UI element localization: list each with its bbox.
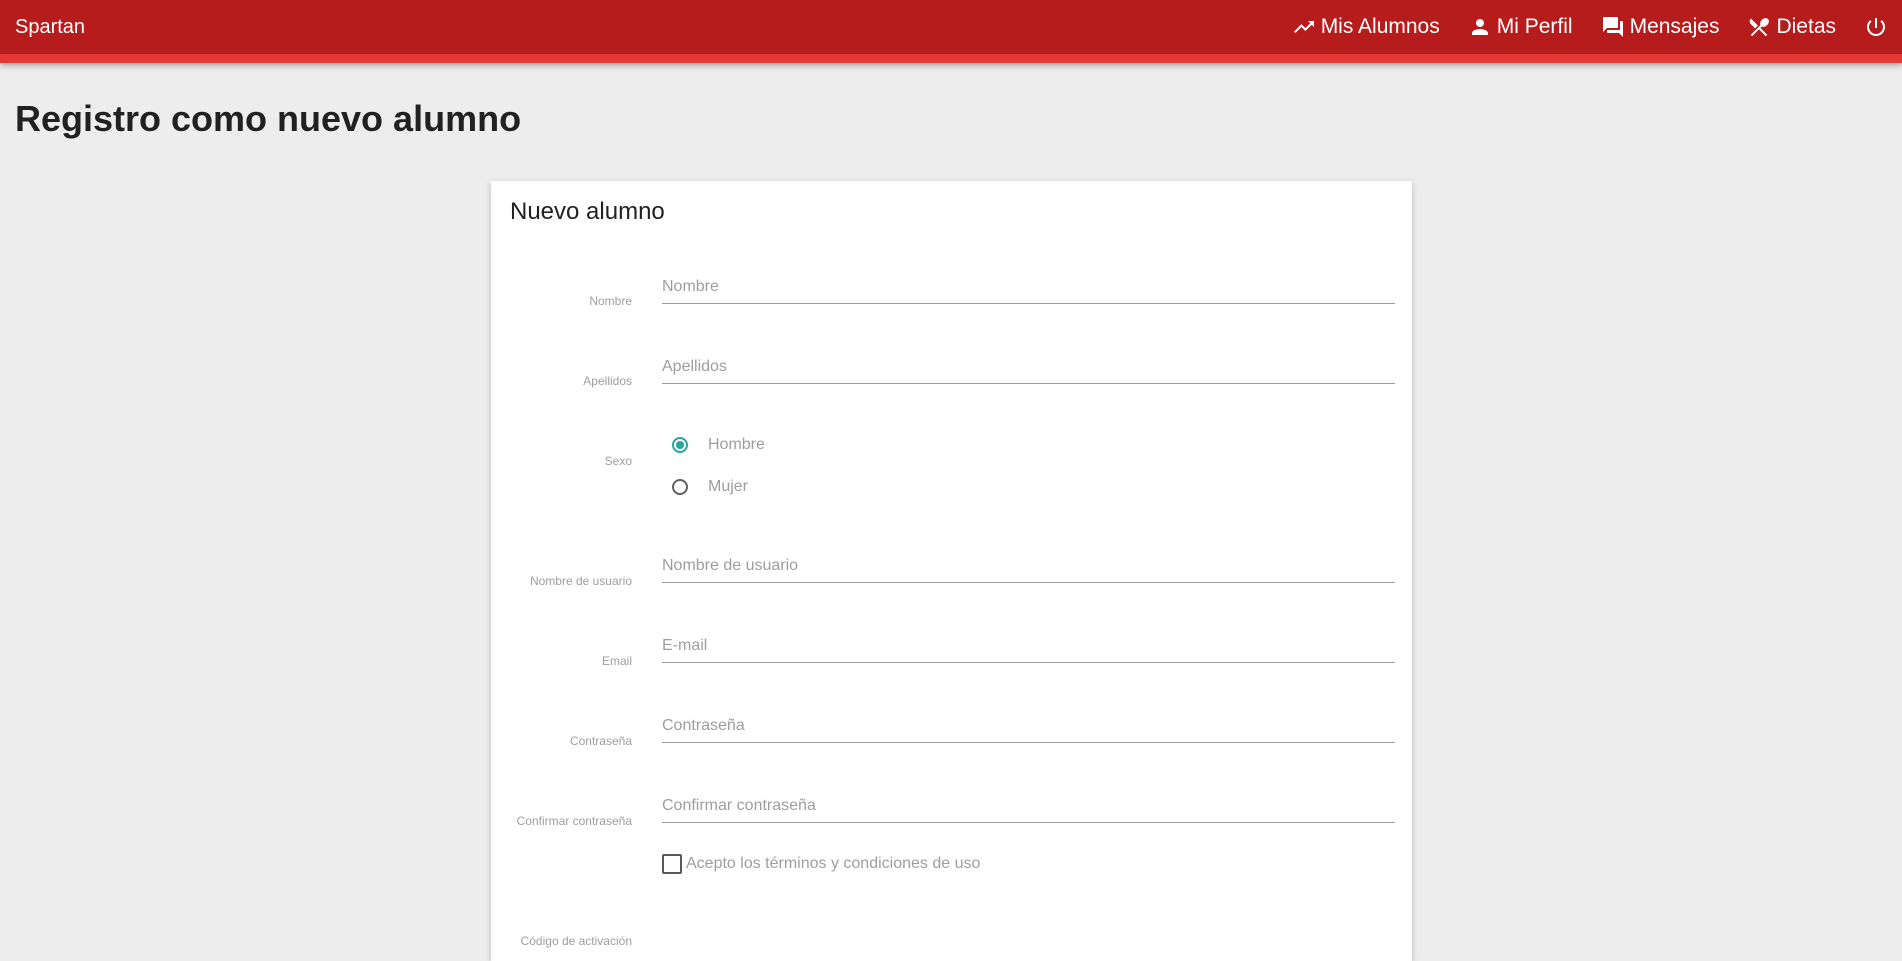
- trending-up-icon: [1293, 21, 1314, 33]
- card-title: Nuevo alumno: [510, 198, 665, 225]
- nav-menu: Mis Alumnos Mi Perfil Mensajes Dietas: [1278, 0, 1902, 54]
- radio-label-hombre: Hombre: [708, 436, 765, 453]
- nav-item-label: Dietas: [1776, 15, 1836, 38]
- person-icon: [1471, 19, 1488, 35]
- password-confirm-label: Confirmar contraseña: [516, 814, 632, 828]
- radio-mujer[interactable]: Mujer: [672, 478, 748, 496]
- usuario-label: Nombre de usuario: [529, 574, 632, 588]
- radio-circle-checked: [672, 437, 688, 453]
- logout-button[interactable]: [1850, 15, 1902, 39]
- brand-logo[interactable]: Spartan: [15, 16, 85, 39]
- page-title: Registro como nuevo alumno: [15, 98, 522, 139]
- nav-item-mi-perfil[interactable]: Mi Perfil: [1454, 15, 1587, 39]
- password-input[interactable]: [662, 709, 1395, 743]
- restaurant-icon: [1750, 18, 1770, 37]
- nombre-input[interactable]: [662, 270, 1395, 304]
- password-confirm-input[interactable]: [662, 789, 1395, 823]
- apellidos-input[interactable]: [662, 350, 1395, 384]
- terms-checkbox[interactable]: Acepto los términos y condiciones de uso: [662, 854, 980, 874]
- radio-label-mujer: Mujer: [708, 478, 749, 495]
- nav-item-dietas[interactable]: Dietas: [1733, 15, 1850, 39]
- radio-hombre[interactable]: Hombre: [672, 436, 765, 454]
- registration-card: Nuevo alumno Nombre Apellidos Sexo Hombr…: [491, 181, 1412, 961]
- top-navbar: Spartan Mis Alumnos Mi Perfil Mensajes D…: [0, 0, 1902, 63]
- email-label: Email: [601, 654, 632, 668]
- checkbox-box: [662, 854, 682, 874]
- apellidos-label: Apellidos: [583, 374, 632, 388]
- nav-item-label: Mi Perfil: [1496, 15, 1573, 38]
- codigo-label: Código de activación: [520, 934, 632, 948]
- nav-item-mensajes[interactable]: Mensajes: [1587, 15, 1734, 39]
- radio-circle: [672, 479, 688, 495]
- power-icon: [1867, 18, 1885, 36]
- password-label: Contraseña: [569, 734, 632, 748]
- sexo-label: Sexo: [604, 454, 632, 468]
- terms-label: Acepto los términos y condiciones de uso: [686, 855, 981, 872]
- usuario-input[interactable]: [662, 549, 1395, 583]
- nav-item-label: Mensajes: [1629, 15, 1720, 38]
- nombre-label: Nombre: [589, 294, 632, 308]
- nav-item-label: Mis Alumnos: [1320, 15, 1440, 38]
- nav-item-mis-alumnos[interactable]: Mis Alumnos: [1278, 15, 1454, 39]
- email-input[interactable]: [662, 629, 1395, 663]
- forum-icon: [1602, 17, 1623, 37]
